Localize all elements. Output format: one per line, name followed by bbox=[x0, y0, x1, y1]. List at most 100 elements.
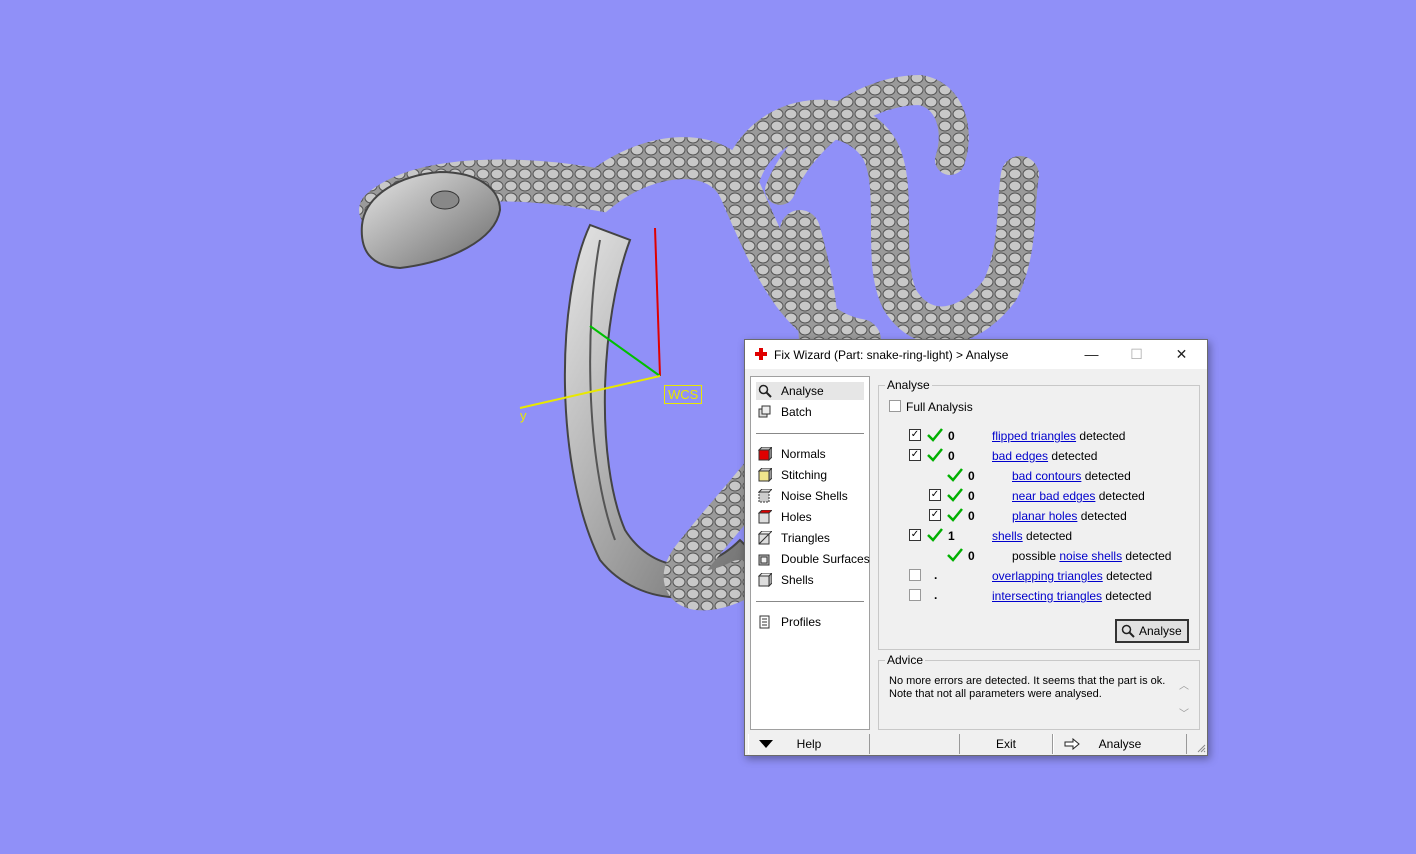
green-check-icon bbox=[927, 528, 943, 542]
nav-item-stitching[interactable]: Stitching bbox=[756, 466, 864, 484]
planar-holes-row: planar holes detected bbox=[1012, 509, 1127, 523]
near-bad-edges-checkbox[interactable]: ✓ bbox=[929, 489, 941, 501]
nav-item-triangles[interactable]: Triangles bbox=[756, 529, 864, 547]
shells-checkbox[interactable]: ✓ bbox=[909, 529, 921, 541]
nav-item-noise-shells[interactable]: Noise Shells bbox=[756, 487, 864, 505]
flipped-triangles-checkbox[interactable]: ✓ bbox=[909, 429, 921, 441]
wizard-nav-panel: Analyse Batch Normals Stitching Noise Sh… bbox=[750, 376, 870, 730]
noise-shells-row: possible noise shells detected bbox=[1012, 549, 1171, 563]
nav-label: Double Surfaces bbox=[781, 552, 870, 566]
nav-label: Stitching bbox=[781, 468, 828, 482]
green-check-icon bbox=[927, 448, 943, 462]
flipped-triangles-row: flipped triangles detected bbox=[992, 429, 1125, 443]
holes-icon bbox=[758, 510, 772, 524]
full-analysis-checkbox[interactable] bbox=[889, 400, 901, 412]
flipped-triangles-link[interactable]: flipped triangles bbox=[992, 429, 1076, 443]
green-check-icon bbox=[947, 548, 963, 562]
nav-item-batch[interactable]: Batch bbox=[756, 403, 864, 421]
bad-edges-link[interactable]: bad edges bbox=[992, 449, 1048, 463]
bottom-button-bar: Help Exit Analyse bbox=[745, 734, 1207, 754]
scroll-down-icon[interactable]: ﹀ bbox=[1179, 705, 1189, 720]
resize-grip-icon[interactable] bbox=[1196, 743, 1206, 753]
detected-text: detected bbox=[1098, 489, 1145, 503]
detected-text: detected bbox=[1125, 549, 1172, 563]
analyse-button[interactable]: Analyse bbox=[1115, 619, 1189, 643]
dialog-title: Fix Wizard (Part: snake-ring-light) > An… bbox=[774, 348, 1009, 362]
overlapping-triangles-link[interactable]: overlapping triangles bbox=[992, 569, 1103, 583]
help-button[interactable]: Help bbox=[748, 734, 870, 754]
bad-contours-link[interactable]: bad contours bbox=[1012, 469, 1081, 483]
double-surfaces-icon bbox=[758, 554, 770, 566]
batch-icon bbox=[758, 405, 771, 418]
nav-item-analyse[interactable]: Analyse bbox=[756, 382, 864, 400]
nav-item-normals[interactable]: Normals bbox=[756, 445, 864, 463]
nav-item-profiles[interactable]: Profiles bbox=[756, 613, 864, 631]
near-bad-edges-link[interactable]: near bad edges bbox=[1012, 489, 1095, 503]
near-bad-edges-row: near bad edges detected bbox=[1012, 489, 1145, 503]
analyse-button-label: Analyse bbox=[1139, 624, 1182, 638]
nav-label: Holes bbox=[781, 510, 812, 524]
nav-label: Profiles bbox=[781, 615, 822, 629]
overlapping-triangles-row: overlapping triangles detected bbox=[992, 569, 1152, 583]
title-bar[interactable]: Fix Wizard (Part: snake-ring-light) > An… bbox=[745, 340, 1207, 369]
green-check-icon bbox=[947, 508, 963, 522]
nav-label: Shells bbox=[781, 573, 814, 587]
nav-label: Triangles bbox=[781, 531, 830, 545]
green-check-icon bbox=[947, 488, 963, 502]
wcs-label: WCS bbox=[664, 385, 703, 404]
advice-text: No more errors are detected. It seems th… bbox=[889, 675, 1166, 700]
shells-link[interactable]: shells bbox=[992, 529, 1023, 543]
noise-shells-count: 0 bbox=[968, 549, 975, 563]
maximize-button[interactable]: ☐ bbox=[1114, 340, 1159, 369]
detected-text: detected bbox=[1105, 589, 1152, 603]
overlapping-triangles-count: . bbox=[934, 568, 938, 582]
exit-button[interactable]: Exit bbox=[959, 734, 1053, 754]
magnifier-icon bbox=[1121, 624, 1135, 638]
detected-text: detected bbox=[1084, 469, 1131, 483]
overlapping-triangles-checkbox[interactable] bbox=[909, 569, 921, 581]
shells-count: 1 bbox=[948, 529, 955, 543]
nav-label: Normals bbox=[781, 447, 826, 461]
close-button[interactable]: ✕ bbox=[1159, 340, 1204, 369]
bad-edges-count: 0 bbox=[948, 449, 955, 463]
shells-icon bbox=[758, 573, 772, 587]
possible-text: possible bbox=[1012, 549, 1057, 563]
stitching-icon bbox=[758, 468, 772, 482]
exit-button-label: Exit bbox=[995, 737, 1016, 751]
advice-group-title: Advice bbox=[885, 653, 926, 667]
y-axis-label: y bbox=[520, 408, 527, 423]
intersecting-triangles-checkbox[interactable] bbox=[909, 589, 921, 601]
bad-contours-row: bad contours detected bbox=[1012, 469, 1131, 483]
analyse-group: Analyse Full Analysis ✓ 0 flipped triang… bbox=[878, 378, 1200, 650]
nav-label: Noise Shells bbox=[781, 489, 848, 503]
intersecting-triangles-count: . bbox=[934, 588, 938, 602]
planar-holes-link[interactable]: planar holes bbox=[1012, 509, 1077, 523]
detected-text: detected bbox=[1080, 509, 1127, 523]
help-button-label: Help bbox=[796, 737, 822, 751]
shells-row: shells detected bbox=[992, 529, 1072, 543]
dropdown-arrow-icon bbox=[759, 740, 773, 748]
planar-holes-checkbox[interactable]: ✓ bbox=[929, 509, 941, 521]
nav-separator bbox=[756, 433, 864, 434]
green-check-icon bbox=[947, 468, 963, 482]
normals-icon bbox=[758, 447, 772, 461]
nav-item-holes[interactable]: Holes bbox=[756, 508, 864, 526]
nav-item-shells[interactable]: Shells bbox=[756, 571, 864, 589]
detected-text: detected bbox=[1079, 429, 1126, 443]
noise-shells-link[interactable]: noise shells bbox=[1059, 549, 1122, 563]
bad-contours-count: 0 bbox=[968, 469, 975, 483]
nav-item-double-surfaces[interactable]: Double Surfaces bbox=[756, 550, 870, 568]
bad-edges-checkbox[interactable]: ✓ bbox=[909, 449, 921, 461]
detected-text: detected bbox=[1106, 569, 1153, 583]
minimize-button[interactable]: — bbox=[1069, 340, 1114, 369]
triangles-icon bbox=[758, 531, 772, 545]
nav-label: Batch bbox=[781, 405, 812, 419]
scroll-up-icon[interactable]: ︿ bbox=[1179, 677, 1189, 692]
flipped-triangles-count: 0 bbox=[948, 429, 955, 443]
fix-wizard-dialog: Fix Wizard (Part: snake-ring-light) > An… bbox=[744, 339, 1208, 756]
red-cross-icon bbox=[755, 348, 767, 360]
planar-holes-count: 0 bbox=[968, 509, 975, 523]
intersecting-triangles-link[interactable]: intersecting triangles bbox=[992, 589, 1102, 603]
arrow-right-icon bbox=[1064, 738, 1080, 750]
analyse-next-button[interactable]: Analyse bbox=[1053, 734, 1187, 754]
